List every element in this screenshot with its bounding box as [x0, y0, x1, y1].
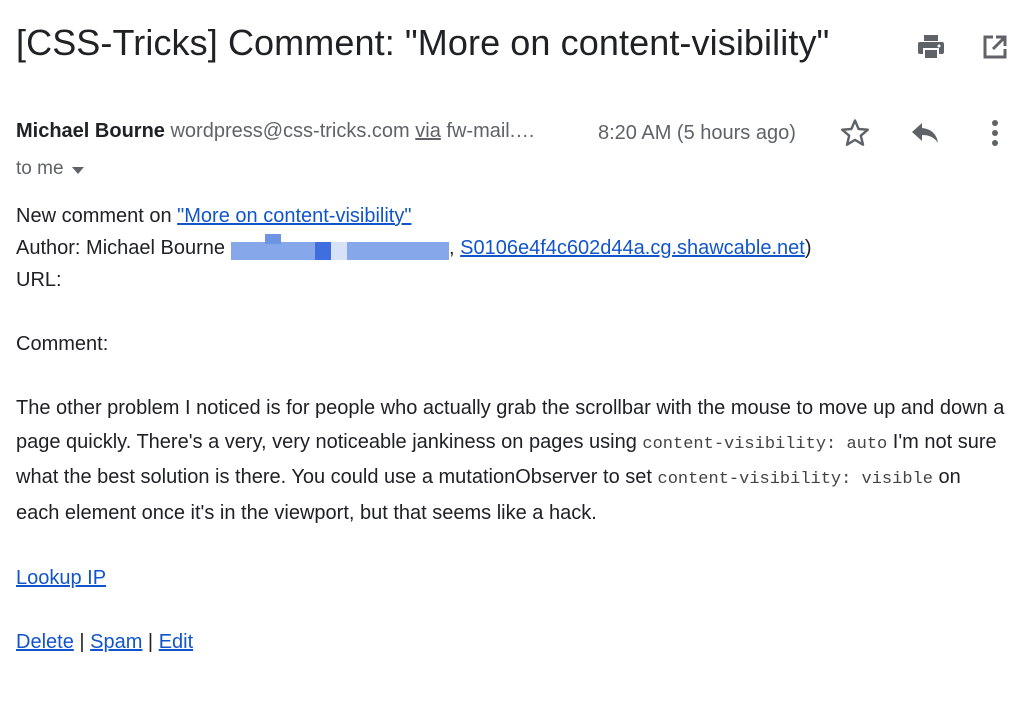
author-suffix: ) — [804, 237, 812, 259]
email-time[interactable]: 8:20 AM (5 hours ago) — [598, 122, 796, 145]
separator: | — [73, 631, 91, 653]
code-content-visibility-auto: content-visibility: auto — [642, 434, 888, 454]
recipient-label: to me — [16, 158, 64, 179]
lookup-line: Lookup IP — [16, 562, 1006, 594]
via-link[interactable]: via — [415, 120, 441, 142]
open-in-new-icon[interactable] — [980, 32, 1010, 62]
lookup-ip-link[interactable]: Lookup IP — [16, 567, 106, 589]
host-link[interactable]: S0106e4f4c602d44a.cg.shawcable.net — [460, 237, 805, 259]
message-actions — [840, 118, 1010, 148]
edit-link[interactable]: Edit — [159, 631, 193, 653]
email-body: New comment on "More on content-visibili… — [16, 200, 1006, 658]
redacted-email — [231, 234, 450, 262]
star-icon[interactable] — [840, 118, 870, 148]
delete-link[interactable]: Delete — [16, 631, 74, 653]
separator: | — [142, 631, 159, 653]
spam-link[interactable]: Spam — [90, 631, 142, 653]
sender-email[interactable]: wordpress@css-tricks.com — [170, 120, 409, 142]
code-content-visibility-visible: content-visibility: visible — [657, 470, 933, 489]
author-label: Author: Michael Bourne — [16, 237, 226, 259]
comment-text: The other problem I noticed is for peopl… — [16, 392, 1006, 530]
new-comment-prefix: New comment on — [16, 205, 178, 227]
more-vert-icon[interactable] — [980, 118, 1010, 148]
author-line: Author: Michael Bourne, S0106e4f4c602d44… — [16, 232, 1006, 264]
subject-actions — [916, 32, 1010, 62]
author-separator: , — [449, 237, 461, 259]
sender-name[interactable]: Michael Bourne — [16, 120, 165, 142]
recipient-details[interactable]: to me — [16, 158, 84, 180]
comment-label: Comment: — [16, 333, 109, 355]
post-link[interactable]: "More on content-visibility" — [177, 205, 411, 227]
moderation-actions: Delete | Spam | Edit — [16, 626, 1006, 658]
via-host: fw-mail.… — [446, 120, 536, 142]
url-label: URL: — [16, 269, 62, 291]
email-subject: [CSS-Tricks] Comment: "More on content-v… — [16, 22, 830, 63]
reply-icon[interactable] — [910, 118, 940, 148]
chevron-down-icon — [71, 166, 84, 174]
print-icon[interactable] — [916, 32, 946, 62]
new-comment-line: New comment on "More on content-visibili… — [16, 200, 1006, 232]
